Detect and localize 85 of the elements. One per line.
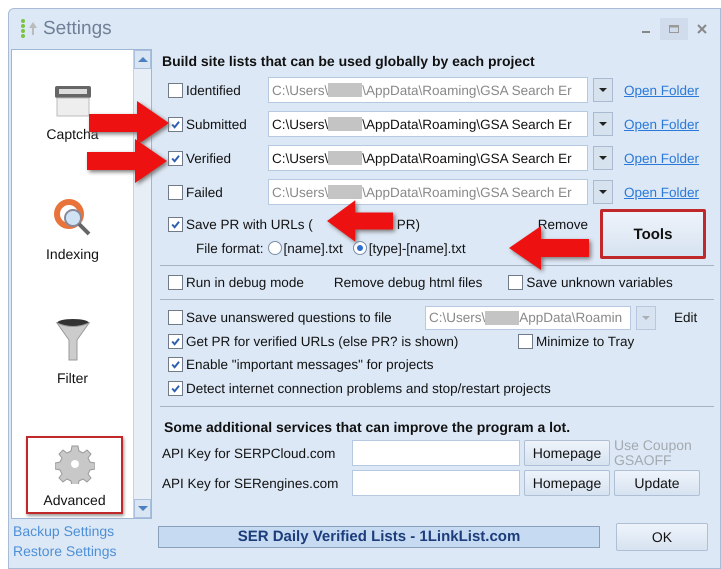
open-folder-link[interactable]: Open Folder <box>624 82 700 98</box>
checkmark-icon <box>170 152 181 164</box>
open-folder-link[interactable]: Open Folder <box>624 184 700 200</box>
checkbox-label: PR) <box>396 216 420 232</box>
checkmark-icon <box>170 359 181 370</box>
api-key-field[interactable] <box>352 470 520 496</box>
checkbox-label: Get PR for verified URLs (else PR? is shown) <box>186 334 458 349</box>
update-button[interactable]: Update <box>614 470 700 496</box>
app-icon <box>19 18 39 40</box>
checkmark-icon <box>170 218 181 230</box>
api-key-label: API Key for SERPCloud.com <box>162 446 336 460</box>
checkbox[interactable] <box>168 380 183 396</box>
checkbox-label: Failed <box>186 184 223 200</box>
path-field[interactable]: C:\Users\ \AppData\Roaming\GSA Search Er <box>268 77 588 103</box>
checkbox[interactable] <box>168 216 183 232</box>
homepage-button[interactable]: Homepage <box>524 440 610 466</box>
checkbox-label: Submitted <box>186 116 247 132</box>
checkbox[interactable] <box>168 334 183 349</box>
api-key-field[interactable] <box>352 440 520 466</box>
checkbox[interactable] <box>168 116 183 132</box>
homepage-button[interactable]: Homepage <box>524 470 610 496</box>
funnel-icon <box>54 318 90 362</box>
checkbox[interactable] <box>168 357 183 372</box>
checkbox-label: Enable "important messages" for projects <box>186 357 434 372</box>
coupon-text: Use Coupon GSAOFF <box>614 438 693 468</box>
radio-button[interactable] <box>268 241 282 255</box>
minimize-icon <box>642 31 650 33</box>
window-title: Settings <box>43 18 112 40</box>
annotation-arrow <box>327 199 393 243</box>
path-field[interactable]: C:\Users\ AppData\Roamin <box>425 306 631 330</box>
checkbox[interactable] <box>168 82 183 98</box>
radio-button[interactable] <box>352 241 367 255</box>
maximize-icon <box>668 23 680 35</box>
radio-label: [type]-[name].txt <box>368 240 466 256</box>
sidebar-item[interactable]: Advanced <box>26 436 123 514</box>
checkbox-label: Verified <box>186 150 232 166</box>
open-folder-link[interactable]: Open Folder <box>624 116 700 132</box>
close-icon <box>696 23 708 35</box>
dropdown-button[interactable] <box>593 146 613 170</box>
dropdown-button[interactable] <box>593 112 613 136</box>
sidebar-item[interactable]: Indexing <box>12 192 133 268</box>
gear-icon <box>54 444 94 484</box>
checkbox[interactable] <box>168 275 183 290</box>
checkbox-label: Detect internet connection problems and stop/restart projects <box>186 380 551 396</box>
path-field[interactable]: C:\Users\ \AppData\Roaming\GSA Search Er <box>268 145 588 171</box>
checkbox[interactable] <box>168 184 183 200</box>
checkbox-label: Save unknown variables <box>526 275 673 290</box>
checkbox[interactable] <box>508 275 524 290</box>
caret-icon <box>599 88 607 92</box>
checkmark-icon <box>170 118 181 130</box>
caret-icon <box>599 156 607 160</box>
api-key-label: API Key for SERengines.com <box>162 476 340 490</box>
file-format-label: File format: <box>196 240 264 256</box>
caret-icon <box>599 122 607 126</box>
remove-label: Remove <box>538 216 588 232</box>
path-field[interactable]: C:\Users\ \AppData\Roaming\GSA Search Er <box>268 111 588 137</box>
checkbox-label: Run in debug mode <box>186 275 304 290</box>
checkmark-icon <box>170 382 181 394</box>
section-heading: Some additional services that can improve the program a lot. <box>164 419 572 435</box>
edit-label: Edit <box>674 310 698 326</box>
promo-banner[interactable]: SER Daily Verified Lists - 1LinkList.com <box>158 526 600 548</box>
open-folder-link[interactable]: Open Folder <box>624 150 700 166</box>
dropdown-button[interactable] <box>593 180 613 204</box>
sidebar-item[interactable]: Filter <box>12 312 133 392</box>
checkbox[interactable] <box>518 334 533 349</box>
checkbox-label: Identified <box>186 82 241 98</box>
checkbox[interactable] <box>168 310 183 326</box>
checkbox-label: Minimize to Tray <box>536 334 634 349</box>
tools-button[interactable]: Tools <box>600 209 706 259</box>
caret-icon <box>599 190 607 194</box>
dropdown-button[interactable] <box>593 78 613 102</box>
path-field[interactable]: C:\Users\ \AppData\Roaming\GSA Search Er <box>268 179 588 205</box>
scroll-down-icon[interactable] <box>138 506 148 511</box>
checkbox-label: Save unanswered questions to file <box>186 310 392 326</box>
lifebuoy-magnifier-icon <box>52 198 92 238</box>
checkbox-label: Save PR with URLs ( <box>186 216 313 232</box>
remove-debug-label: Remove debug html files <box>334 275 482 290</box>
scroll-up-icon[interactable] <box>138 57 148 62</box>
caret-icon <box>642 316 650 320</box>
checkmark-icon <box>170 336 181 347</box>
radio-label: [name].txt <box>284 240 343 256</box>
ok-button[interactable]: OK <box>616 523 708 551</box>
section-heading: Build site lists that can be used globally by each project <box>162 53 536 69</box>
checkbox[interactable] <box>168 150 183 166</box>
sidebar-item[interactable]: Captcha <box>12 76 133 148</box>
